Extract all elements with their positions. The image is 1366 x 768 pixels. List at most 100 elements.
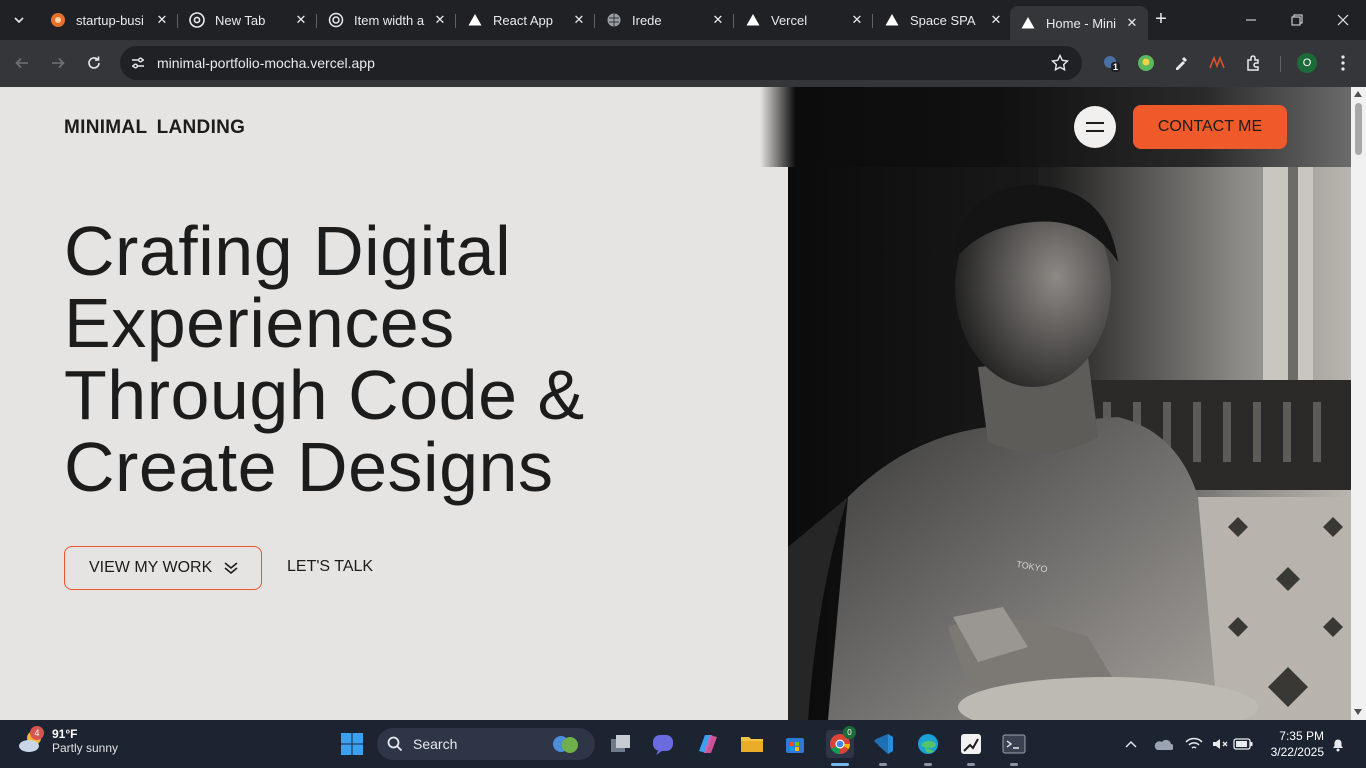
tab-startup-business[interactable]: startup-busi ✕ <box>40 6 178 34</box>
close-tab-icon[interactable]: ✕ <box>293 12 309 28</box>
close-tab-icon[interactable]: ✕ <box>432 12 448 28</box>
tab-title: Item width a <box>354 12 425 28</box>
page-viewport: MINIMAL LANDING Crafing Digital Experien… <box>0 87 1351 720</box>
tab-search-button[interactable] <box>6 7 32 33</box>
site-settings-icon[interactable] <box>130 55 146 71</box>
extension-badge-icon[interactable]: 1 <box>1101 53 1121 73</box>
sketch-app-icon[interactable] <box>957 730 985 758</box>
orange-logo-icon <box>50 12 66 28</box>
task-view-icon[interactable] <box>607 730 635 758</box>
close-tab-icon[interactable]: ✕ <box>154 12 170 28</box>
minimize-button[interactable] <box>1228 0 1274 40</box>
profile-avatar[interactable]: O <box>1297 53 1317 73</box>
tab-item-width[interactable]: Item width a ✕ <box>318 6 456 34</box>
weather-widget[interactable]: 4 91°F Partly sunny <box>16 726 118 756</box>
sketch-running-indicator <box>967 763 975 766</box>
tab-space-spa[interactable]: Space SPA ✕ <box>874 6 1012 34</box>
scrollbar-thumb[interactable] <box>1355 103 1362 155</box>
teams-chat-icon[interactable] <box>650 730 678 758</box>
extension-badge-count: 1 <box>1111 62 1121 72</box>
close-tab-icon[interactable]: ✕ <box>571 12 587 28</box>
weather-condition: Partly sunny <box>52 741 119 755</box>
weather-temperature: 91°F <box>52 727 78 741</box>
clock-time: 7:35 PM <box>1279 729 1324 743</box>
search-highlight-icon <box>553 736 578 753</box>
hamburger-menu-button[interactable] <box>1074 106 1116 148</box>
clock-date: 3/22/2025 <box>1270 745 1324 759</box>
windows-start-icon[interactable] <box>338 730 366 758</box>
view-my-work-label: VIEW MY WORK <box>89 559 213 576</box>
taskbar-search-box[interactable]: Search <box>377 728 595 760</box>
new-tab-button[interactable]: + <box>1150 8 1172 30</box>
tab-new-tab[interactable]: New Tab ✕ <box>179 6 317 34</box>
chrome-running-indicator <box>831 763 849 766</box>
tab-title: startup-busi <box>76 12 144 28</box>
terminal-running-indicator <box>1010 763 1018 766</box>
wave-extension-icon[interactable] <box>1207 53 1227 73</box>
tab-home-minimal[interactable]: Home - Mini ✕ <box>1010 6 1148 40</box>
search-label: Search <box>413 736 458 752</box>
address-bar[interactable]: minimal-portfolio-mocha.vercel.app <box>120 46 1082 80</box>
terminal-icon[interactable] <box>1000 730 1028 758</box>
tab-title: New Tab <box>215 12 266 28</box>
site-logo[interactable]: MINIMAL LANDING <box>64 117 245 139</box>
lets-talk-link[interactable]: LET'S TALK <box>287 558 373 576</box>
hero-title-line: Crafing Digital <box>64 212 512 290</box>
chrome-icon <box>189 12 205 28</box>
vercel-triangle-icon <box>745 12 761 28</box>
weather-notification-badge: 4 <box>30 726 44 740</box>
volume-muted-icon[interactable] <box>1210 734 1230 754</box>
browser-toolbar: minimal-portfolio-mocha.vercel.app 1 O <box>0 40 1366 87</box>
wifi-icon[interactable] <box>1184 734 1204 754</box>
menu-icon <box>1086 122 1104 132</box>
double-chevron-down-icon <box>224 562 238 575</box>
show-hidden-icons-chevron-icon[interactable] <box>1121 734 1141 754</box>
copilot-icon[interactable] <box>694 730 722 758</box>
view-my-work-button[interactable]: VIEW MY WORK <box>64 546 262 590</box>
green-extension-icon[interactable] <box>1136 53 1156 73</box>
close-tab-icon[interactable]: ✕ <box>849 12 865 28</box>
vscode-running-indicator <box>879 763 887 766</box>
tab-irede[interactable]: Irede ✕ <box>596 6 734 34</box>
tab-react-app[interactable]: React App ✕ <box>457 6 595 34</box>
tab-title: Vercel <box>771 12 808 28</box>
edge-icon[interactable] <box>914 730 942 758</box>
puzzle-icon[interactable] <box>1244 53 1264 73</box>
menu-dots-icon[interactable] <box>1333 53 1353 73</box>
portrait-photo: TOKYO <box>788 167 1351 720</box>
back-button[interactable] <box>11 52 33 74</box>
file-explorer-icon[interactable] <box>738 730 766 758</box>
tab-vercel[interactable]: Vercel ✕ <box>735 6 873 34</box>
microsoft-store-icon[interactable] <box>781 730 809 758</box>
bookmark-star-icon[interactable] <box>1050 53 1070 73</box>
battery-icon[interactable] <box>1233 734 1253 754</box>
eyedropper-icon[interactable] <box>1171 53 1191 73</box>
reload-icon <box>88 56 100 69</box>
onedrive-icon[interactable] <box>1153 734 1173 754</box>
close-window-button[interactable] <box>1320 0 1366 40</box>
forward-button[interactable] <box>47 52 69 74</box>
chevron-down-icon <box>14 17 24 24</box>
scroll-down-arrow-icon[interactable] <box>1354 709 1362 715</box>
notification-bell-icon[interactable] <box>1328 734 1348 754</box>
scroll-up-arrow-icon[interactable] <box>1354 91 1362 97</box>
close-tab-icon[interactable]: ✕ <box>710 12 726 28</box>
openai-icon <box>328 12 344 28</box>
reload-button[interactable] <box>83 52 105 74</box>
vercel-triangle-icon <box>884 12 900 28</box>
restore-button[interactable] <box>1274 0 1320 40</box>
page-scrollbar[interactable] <box>1351 87 1366 720</box>
system-clock[interactable]: 7:35 PM 3/22/2025 <box>1262 728 1324 760</box>
chrome-taskbar-icon[interactable]: 0 <box>826 726 856 758</box>
url-text[interactable]: minimal-portfolio-mocha.vercel.app <box>157 55 375 71</box>
contact-me-button[interactable]: CONTACT ME <box>1133 105 1287 149</box>
hero-title-line: Experiences <box>64 284 455 362</box>
close-tab-icon[interactable]: ✕ <box>988 12 1004 28</box>
tab-title: React App <box>493 12 553 28</box>
vercel-triangle-icon <box>1020 15 1036 31</box>
arrow-right-icon <box>52 57 65 69</box>
hero-title-line: Through Code & <box>64 356 585 434</box>
chrome-badge: 0 <box>843 726 856 739</box>
close-tab-icon[interactable]: ✕ <box>1124 15 1140 31</box>
vscode-icon[interactable] <box>869 730 897 758</box>
